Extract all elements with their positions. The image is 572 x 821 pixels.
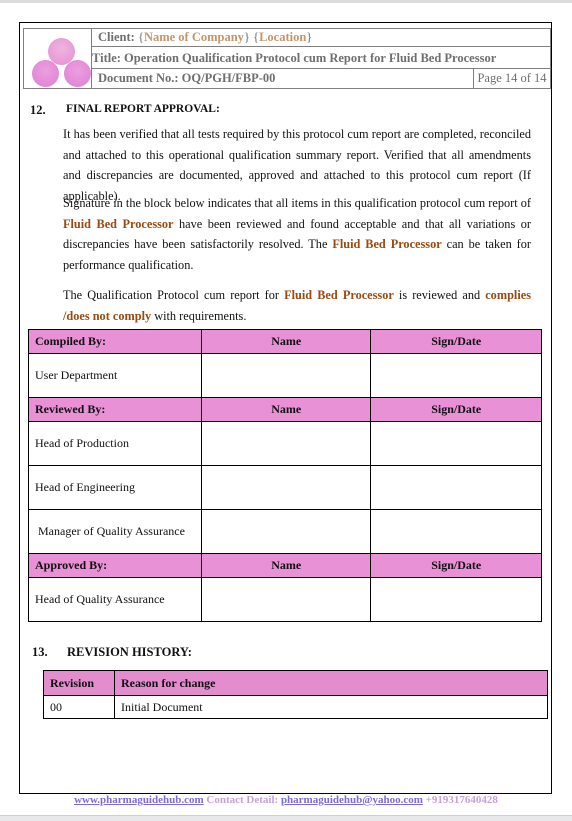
sign-date-cell[interactable] bbox=[370, 353, 542, 398]
sign-date-cell[interactable] bbox=[370, 509, 542, 554]
approved-by-header-row: Approved By: Name Sign/Date bbox=[28, 553, 542, 578]
document-number: Document No.: OQ/PGH/FBP-00 bbox=[98, 71, 276, 85]
text: is reviewed and bbox=[393, 288, 486, 302]
signature-paragraph: Signature in the block below indicates t… bbox=[63, 193, 531, 275]
email-link[interactable]: pharmaguidehub@yahoo.com bbox=[281, 794, 423, 806]
name-cell[interactable] bbox=[200, 509, 372, 554]
sign-date-cell[interactable] bbox=[370, 421, 542, 466]
sign-date-cell[interactable] bbox=[370, 465, 542, 510]
brace: } bbox=[306, 30, 313, 44]
table-row: User Department bbox=[28, 353, 542, 398]
window-top-edge bbox=[0, 0, 572, 3]
text: with requirements. bbox=[151, 308, 247, 323]
group-header: Reviewed By: bbox=[28, 397, 202, 422]
revision-column-header: Revision bbox=[43, 670, 115, 696]
sign-date-header: Sign/Date bbox=[370, 397, 542, 422]
client-label: Client: bbox=[98, 30, 138, 44]
revision-header-row: Revision Reason for change bbox=[43, 670, 548, 696]
sign-date-header: Sign/Date bbox=[370, 553, 542, 578]
name-header: Name bbox=[200, 553, 372, 578]
logo-circle-right bbox=[64, 60, 91, 87]
table-row: Head of Quality Assurance bbox=[28, 577, 542, 622]
reason-column-header: Reason for change bbox=[114, 670, 548, 696]
text: Signature in the block below indicates t… bbox=[63, 196, 531, 210]
window-bottom-edge bbox=[0, 815, 572, 821]
name-cell[interactable] bbox=[200, 577, 372, 622]
page-footer: www.pharmaguidehub.com Contact Detail: p… bbox=[0, 794, 572, 806]
text: The Qualification Protocol cum report fo… bbox=[63, 288, 285, 302]
name-header: Name bbox=[200, 397, 372, 422]
revision-history-table: Revision Reason for change 00 Initial Do… bbox=[43, 670, 548, 719]
sign-date-cell[interactable] bbox=[370, 577, 542, 622]
compiled-by-header-row: Compiled By: Name Sign/Date bbox=[28, 329, 542, 354]
section-13-number: 13. bbox=[32, 645, 48, 659]
document-header: Client: {Name of Company} {Location} Tit… bbox=[23, 28, 551, 89]
group-header: Approved By: bbox=[28, 553, 202, 578]
sign-date-header: Sign/Date bbox=[370, 329, 542, 354]
role-cell: User Department bbox=[28, 353, 202, 398]
name-cell[interactable] bbox=[200, 353, 372, 398]
document-number-row: Document No.: OQ/PGH/FBP-00 Page 14 of 1… bbox=[91, 69, 550, 88]
table-row: Head of Engineering bbox=[28, 465, 542, 510]
website-link[interactable]: www.pharmaguidehub.com bbox=[74, 794, 204, 806]
equipment-name: Fluid Bed Processor bbox=[332, 237, 442, 251]
group-header: Compiled By: bbox=[28, 329, 202, 354]
logo-circle-left bbox=[32, 60, 59, 87]
approval-table: Compiled By: Name Sign/Date User Departm… bbox=[28, 329, 542, 622]
role-cell: Head of Production bbox=[28, 421, 202, 466]
role-cell: Head of Engineering bbox=[28, 465, 202, 510]
equipment-name: Fluid Bed Processor bbox=[284, 288, 394, 302]
role-cell: Manager of Quality Assurance bbox=[28, 509, 202, 554]
contact-label: Contact Detail: bbox=[203, 794, 281, 806]
table-row: Head of Production bbox=[28, 421, 542, 466]
phone-number: +919317640428 bbox=[422, 794, 498, 806]
name-cell[interactable] bbox=[200, 421, 372, 466]
reviewed-by-header-row: Reviewed By: Name Sign/Date bbox=[28, 397, 542, 422]
role-cell: Head of Quality Assurance bbox=[28, 577, 202, 622]
client-row: Client: {Name of Company} {Location} bbox=[91, 29, 550, 47]
compliance-paragraph: The Qualification Protocol cum report fo… bbox=[63, 285, 531, 326]
section-13-heading: REVISION HISTORY: bbox=[67, 645, 192, 659]
page-number: Page 14 of 14 bbox=[473, 69, 550, 88]
name-cell[interactable] bbox=[200, 465, 372, 510]
document-page: Client: {Name of Company} {Location} Tit… bbox=[19, 22, 552, 794]
reason-cell: Initial Document bbox=[114, 695, 548, 719]
revision-cell: 00 bbox=[43, 695, 115, 719]
table-row: 00 Initial Document bbox=[43, 695, 548, 719]
location-placeholder: Location bbox=[259, 30, 307, 44]
section-12-number: 12. bbox=[30, 103, 46, 117]
three-circles-logo-icon bbox=[24, 29, 92, 88]
equipment-name: Fluid Bed Processor bbox=[63, 216, 174, 231]
title-row: Title: Operation Qualification Protocol … bbox=[91, 47, 550, 69]
brace: } { bbox=[243, 30, 260, 44]
name-header: Name bbox=[200, 329, 372, 354]
table-row: Manager of Quality Assurance bbox=[28, 509, 542, 554]
company-placeholder: Name of Company bbox=[143, 30, 244, 44]
section-12-heading: FINAL REPORT APPROVAL: bbox=[66, 103, 220, 115]
